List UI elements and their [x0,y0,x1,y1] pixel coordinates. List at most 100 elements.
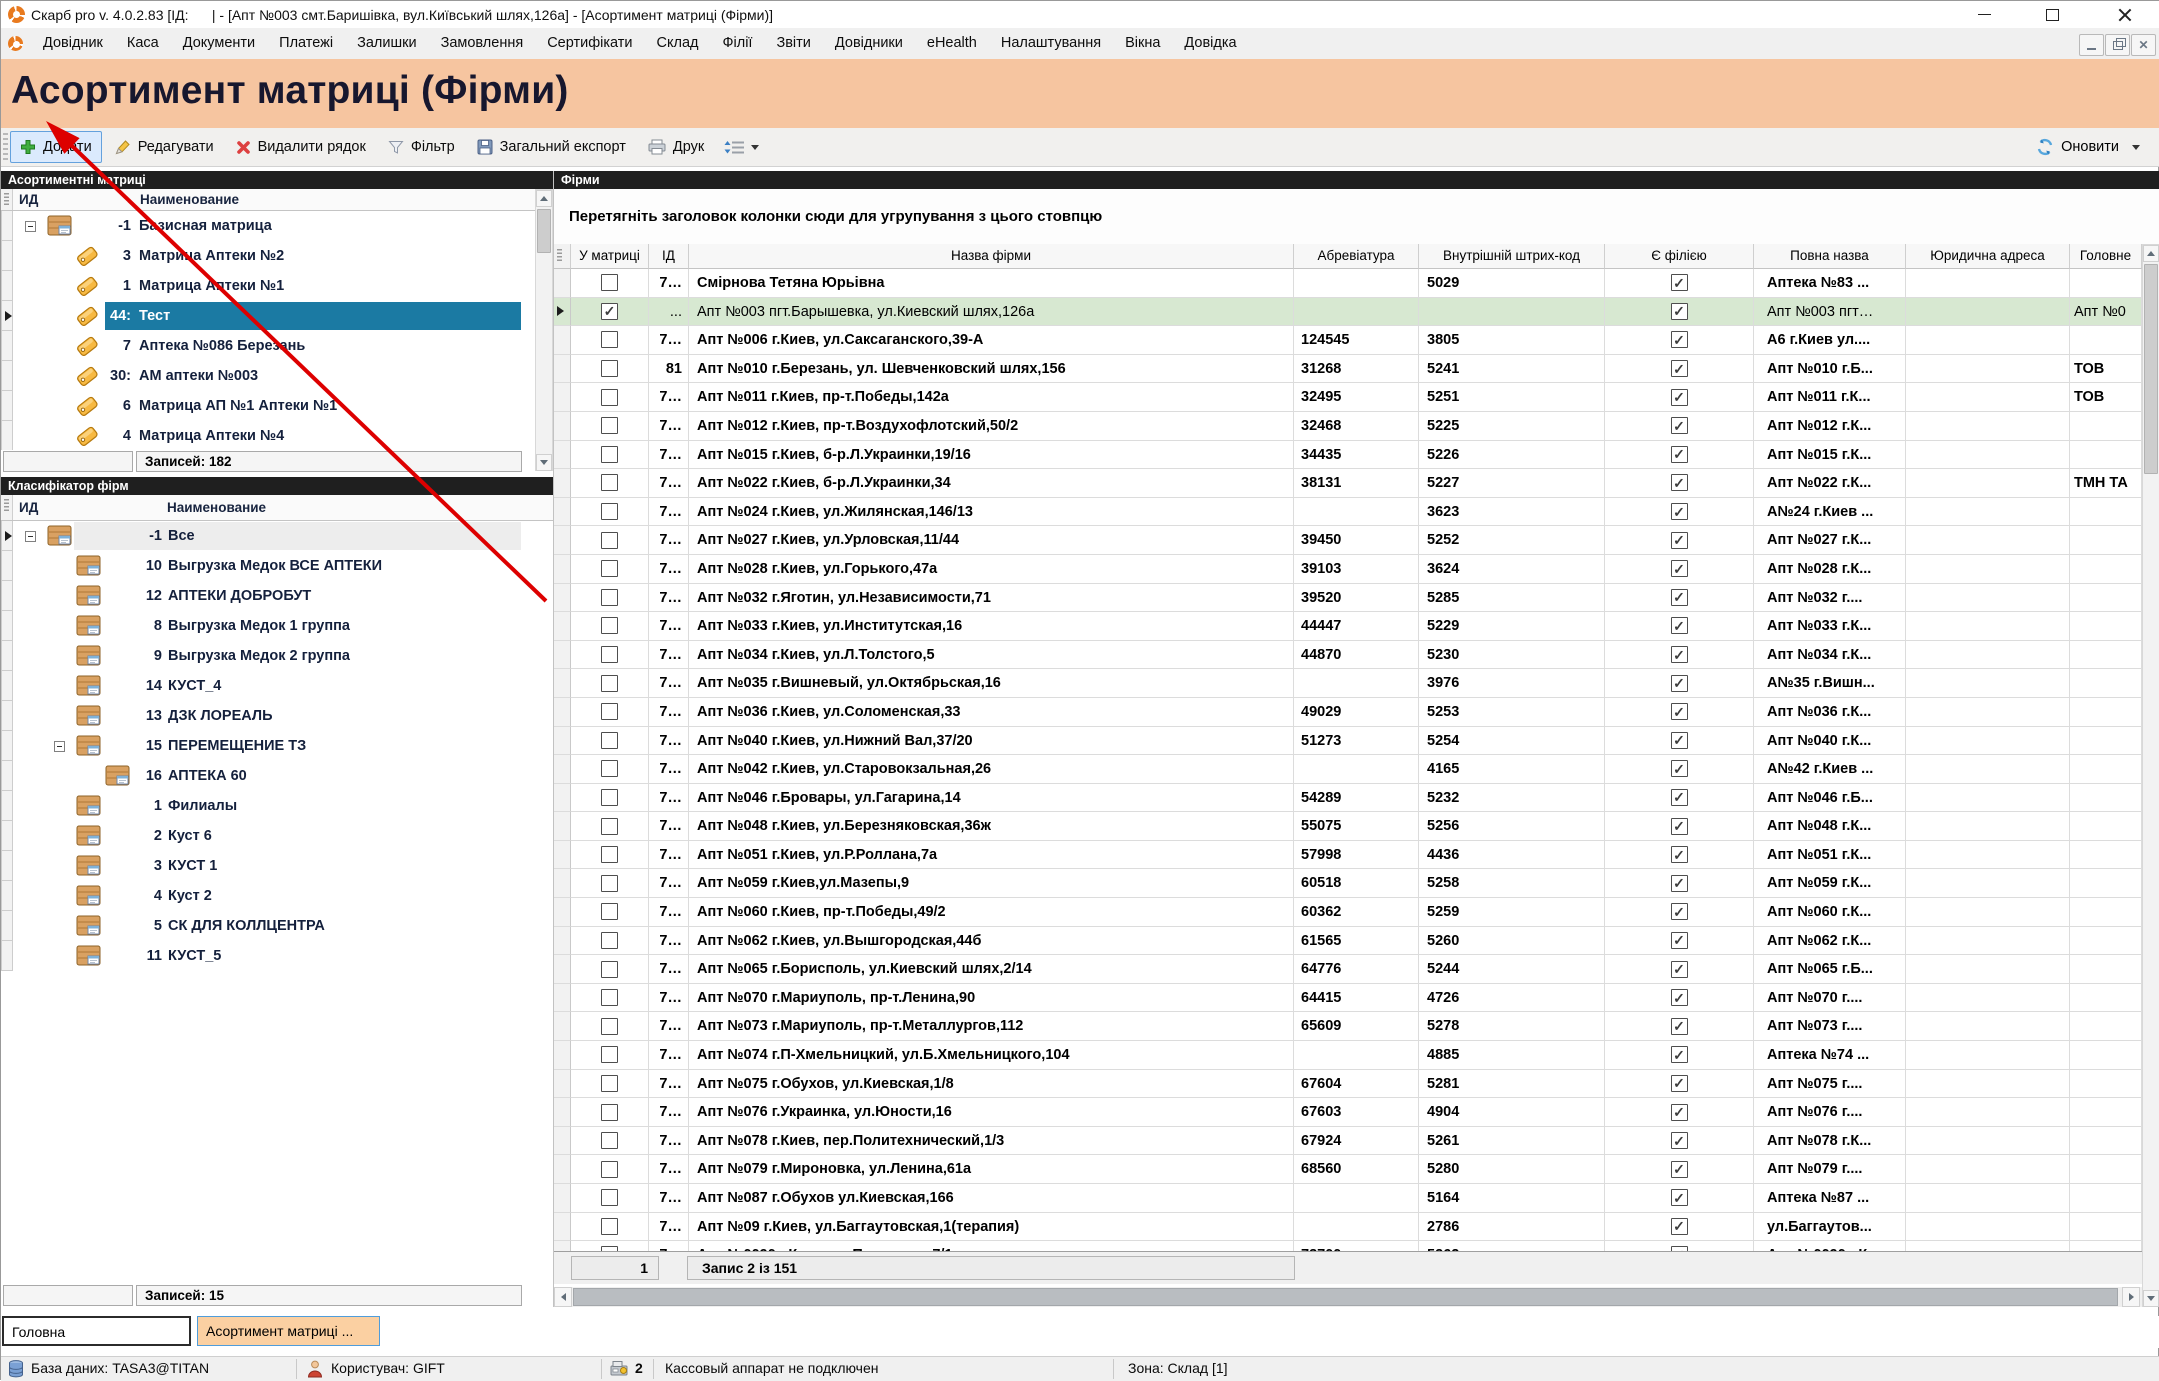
tree-row[interactable]: 1Филиалы [1,791,554,821]
mdi-close-button[interactable]: ✕ [2131,34,2156,56]
firm-row[interactable]: 7…Апт №032 г.Яготин, ул.Независимости,71… [554,584,2142,613]
is-branch-checkbox[interactable] [1671,989,1688,1006]
in-matrix-checkbox[interactable] [601,732,618,749]
tree-row[interactable]: 3Матрица Аптеки №2 [1,241,554,271]
in-matrix-checkbox[interactable] [601,560,618,577]
firm-row[interactable]: 7…Апт №09 г.Киев, ул.Баггаутовская,1(тер… [554,1213,2142,1242]
in-matrix-checkbox[interactable] [601,446,618,463]
tree-row[interactable]: 30:АМ аптеки №003 [1,361,554,391]
firms-hscrollbar[interactable] [554,1287,2142,1307]
menu-item-документи[interactable]: Документи [171,28,267,59]
in-matrix-checkbox[interactable] [601,875,618,892]
menu-item-ehealth[interactable]: eHealth [915,28,989,59]
tree-row[interactable]: 2Куст 6 [1,821,554,851]
tree-row[interactable]: 4Куст 2 [1,881,554,911]
is-branch-checkbox[interactable] [1671,818,1688,835]
scrollbar-thumb[interactable] [537,209,551,253]
scroll-down-icon[interactable] [2143,1290,2159,1307]
column-header-Є філією[interactable]: Є філією [1605,244,1754,269]
firm-row[interactable]: 7…Апт №027 г.Киев, ул.Урловская,11/44394… [554,526,2142,555]
sort-list-icon[interactable] [724,140,745,155]
firm-row[interactable]: 7…Апт №059 г.Киев,ул.Мазепы,9605185258Ап… [554,869,2142,898]
menu-item-склад[interactable]: Склад [645,28,711,59]
collapse-icon[interactable] [25,531,36,542]
menu-item-сертифікати[interactable]: Сертифікати [535,28,644,59]
firm-row[interactable]: 7…Апт №062 г.Киев, ул.Вышгородская,44б61… [554,927,2142,956]
is-branch-checkbox[interactable] [1671,331,1688,348]
refresh-dropdown-caret[interactable] [2132,145,2140,150]
is-branch-checkbox[interactable] [1671,1104,1688,1121]
is-branch-checkbox[interactable] [1671,446,1688,463]
column-header-Абревіатура[interactable]: Абревіатура [1294,244,1419,269]
firm-row[interactable]: 7…Апт №011 г.Киев, пр-т.Победы,142а32495… [554,383,2142,412]
in-matrix-checkbox[interactable] [601,1189,618,1206]
firm-row[interactable]: 7…Апт №079 г.Мироновка, ул.Ленина,61а685… [554,1155,2142,1184]
is-branch-checkbox[interactable] [1671,1075,1688,1092]
firms-vscrollbar[interactable] [2142,244,2159,1307]
in-matrix-checkbox[interactable] [601,675,618,692]
toolbar-grip[interactable] [3,133,8,161]
menu-item-довідники[interactable]: Довідники [823,28,915,59]
scroll-right-icon[interactable] [2122,1287,2140,1307]
firm-row[interactable]: 7…Апт №048 г.Киев, ул.Березняковская,36ж… [554,812,2142,841]
tree-row[interactable]: 8Выгрузка Медок 1 группа [1,611,554,641]
firm-row[interactable]: 7…Апт №087 г.Обухов ул.Киевская,1665164А… [554,1184,2142,1213]
firm-row[interactable]: 7…Апт №040 г.Киев, ул.Нижний Вал,37/2051… [554,727,2142,756]
firm-row[interactable]: 7…Апт №051 г.Киев, ул.Р.Роллана,7а579984… [554,841,2142,870]
is-branch-checkbox[interactable] [1671,760,1688,777]
close-button[interactable] [2101,1,2147,28]
is-branch-checkbox[interactable] [1671,703,1688,720]
classifier-col-name[interactable]: Наименование [167,495,266,521]
in-matrix-checkbox[interactable] [601,617,618,634]
firm-row[interactable]: 7…Апт №073 г.Мариуполь, пр-т.Металлургов… [554,1012,2142,1041]
firm-row[interactable]: 7…Апт №042 г.Киев, ул.Старовокзальная,26… [554,755,2142,784]
in-matrix-checkbox[interactable] [601,789,618,806]
tree-row[interactable]: 1Матрица Аптеки №1 [1,271,554,301]
tree-row[interactable]: 3КУСТ 1 [1,851,554,881]
in-matrix-checkbox[interactable] [601,1161,618,1178]
firm-row[interactable]: 7…Апт №035 г.Вишневый, ул.Октябрьская,16… [554,669,2142,698]
is-branch-checkbox[interactable] [1671,675,1688,692]
in-matrix-checkbox[interactable] [601,417,618,434]
is-branch-checkbox[interactable] [1671,1018,1688,1035]
firm-row[interactable]: 7…Смірнова Тетяна Юрьівна5029Аптека №83 … [554,269,2142,298]
tab-home[interactable]: Головна [2,1316,191,1346]
in-matrix-checkbox[interactable] [601,703,618,720]
is-branch-checkbox[interactable] [1671,532,1688,549]
menu-item-звіти[interactable]: Звіти [764,28,822,59]
matrices-col-id[interactable]: ИД [19,189,38,211]
in-matrix-checkbox[interactable] [601,1218,618,1235]
column-header-Повна назва[interactable]: Повна назва [1754,244,1906,269]
tree-row[interactable]: 13ДЗК ЛОРЕАЛЬ [1,701,554,731]
in-matrix-checkbox[interactable] [601,389,618,406]
firm-row[interactable]: 7…Апт №022 г.Киев, б-р.Л.Украинки,343813… [554,469,2142,498]
is-branch-checkbox[interactable] [1671,1132,1688,1149]
firm-row[interactable]: 7…Апт №012 г.Киев, пр-т.Воздухофлотский,… [554,412,2142,441]
is-branch-checkbox[interactable] [1671,1218,1688,1235]
in-matrix-checkbox[interactable] [601,989,618,1006]
is-branch-checkbox[interactable] [1671,646,1688,663]
restore-button[interactable] [2029,1,2075,28]
column-header-ІД[interactable]: ІД [649,244,689,269]
tree-row[interactable]: 10Выгрузка Медок ВСЕ АПТЕКИ [1,551,554,581]
collapse-icon[interactable] [25,221,36,232]
firm-row[interactable]: 7…Апт №033 г.Киев, ул.Институтская,16444… [554,612,2142,641]
scroll-up-icon[interactable] [2143,245,2159,262]
classifier-col-id[interactable]: ИД [19,495,38,521]
tab-assortment-matrix[interactable]: Асортимент матриці ... [197,1316,380,1346]
is-branch-checkbox[interactable] [1671,503,1688,520]
is-branch-checkbox[interactable] [1671,903,1688,920]
menu-item-філії[interactable]: Філії [710,28,764,59]
in-matrix-checkbox[interactable] [601,274,618,291]
firm-row[interactable]: 7…Апт №060 г.Киев, пр-т.Победы,49/260362… [554,898,2142,927]
is-branch-checkbox[interactable] [1671,789,1688,806]
vscrollbar-thumb[interactable] [2144,264,2158,474]
hscrollbar-thumb[interactable] [573,1288,2118,1306]
export-button[interactable]: Загальний експорт [467,131,636,163]
in-matrix-checkbox[interactable] [601,1132,618,1149]
add-button[interactable]: Додати [10,131,102,163]
in-matrix-checkbox[interactable] [601,646,618,663]
firm-row[interactable]: 7…Апт №075 г.Обухов, ул.Киевская,1/86760… [554,1070,2142,1099]
firm-row[interactable]: 7…Апт №015 г.Киев, б-р.Л.Украинки,19/163… [554,441,2142,470]
tree-row[interactable]: 16АПТЕКА 60 [1,761,554,791]
